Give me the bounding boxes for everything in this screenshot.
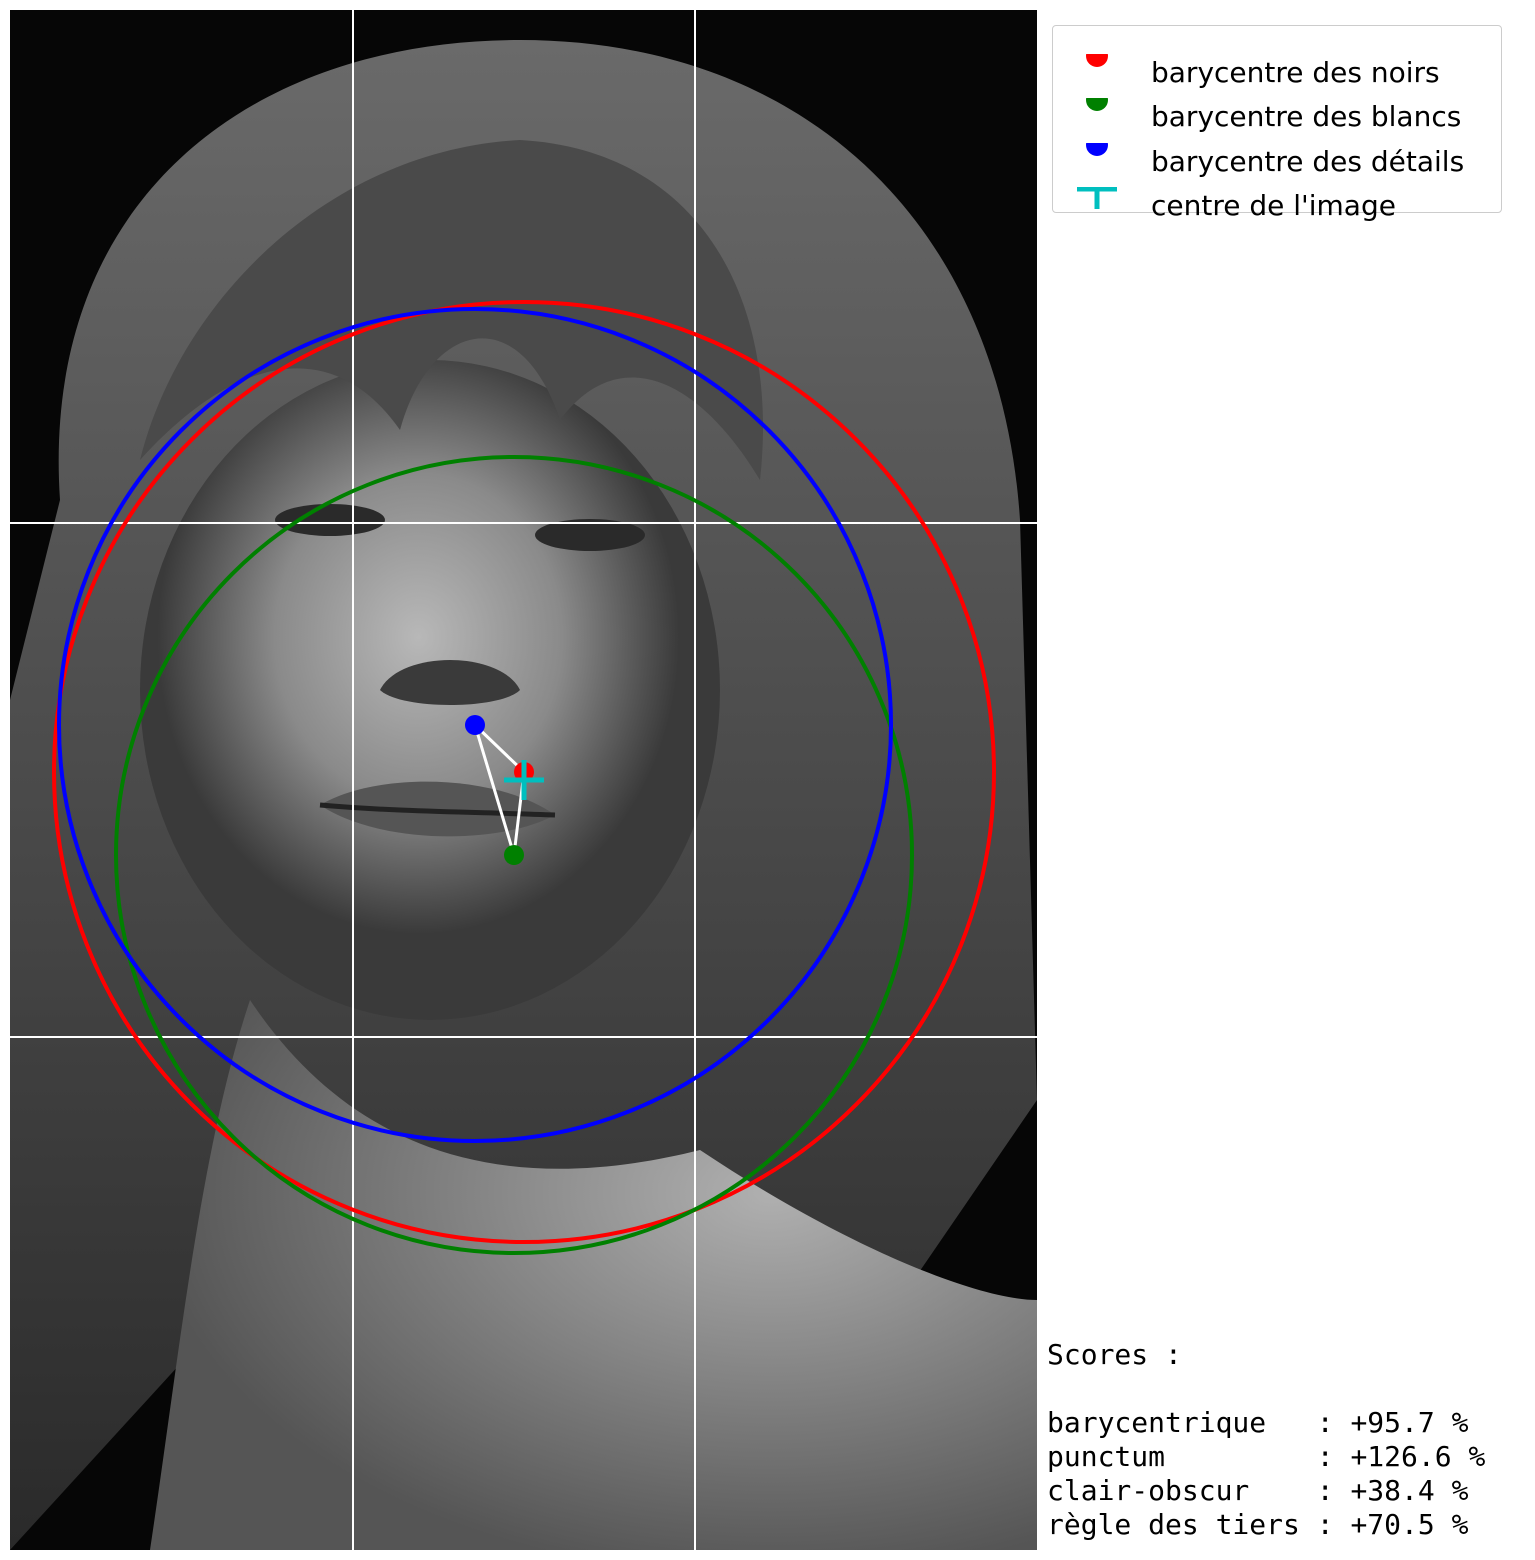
composition-figure [10,10,1037,1550]
score-value: : +70.5 % [1316,1508,1469,1541]
score-row: barycentrique : +95.7 % [1047,1406,1532,1440]
score-label: règle des tiers [1047,1508,1300,1541]
legend-label: barycentre des détails [1151,145,1465,178]
score-row: règle des tiers : +70.5 % [1047,1508,1532,1542]
score-label: clair-obscur [1047,1474,1300,1507]
blancs-barycentre-point [504,845,524,865]
legend-label: barycentre des noirs [1151,56,1440,89]
blue-dot-icon [1086,143,1108,156]
green-dot-icon [1086,98,1108,111]
legend-item-blancs: barycentre des blancs [1053,94,1501,134]
plus-icon [1077,187,1117,209]
score-value: : +95.7 % [1316,1406,1469,1439]
legend-label: barycentre des blancs [1151,100,1462,133]
score-label: punctum [1047,1440,1300,1473]
scores-panel: Scores :​barycentrique : +95.7 %punctum … [1047,1338,1532,1542]
legend: barycentre des noirs barycentre des blan… [1052,25,1502,222]
details-barycentre-point [465,715,485,735]
score-label: barycentrique [1047,1406,1300,1439]
red-dot-icon [1086,54,1108,67]
legend-item-centre: centre de l'image [1053,183,1501,223]
left-eye-shape [275,504,385,536]
legend-item-details: barycentre des détails [1053,139,1501,179]
score-row: punctum : +126.6 % [1047,1440,1532,1474]
legend-label: centre de l'image [1151,189,1396,222]
scores-title: Scores : [1047,1338,1182,1371]
score-value: : +38.4 % [1316,1474,1469,1507]
score-value: : +126.6 % [1316,1440,1486,1473]
legend-item-noirs: barycentre des noirs [1053,50,1501,90]
score-row: clair-obscur : +38.4 % [1047,1474,1532,1508]
